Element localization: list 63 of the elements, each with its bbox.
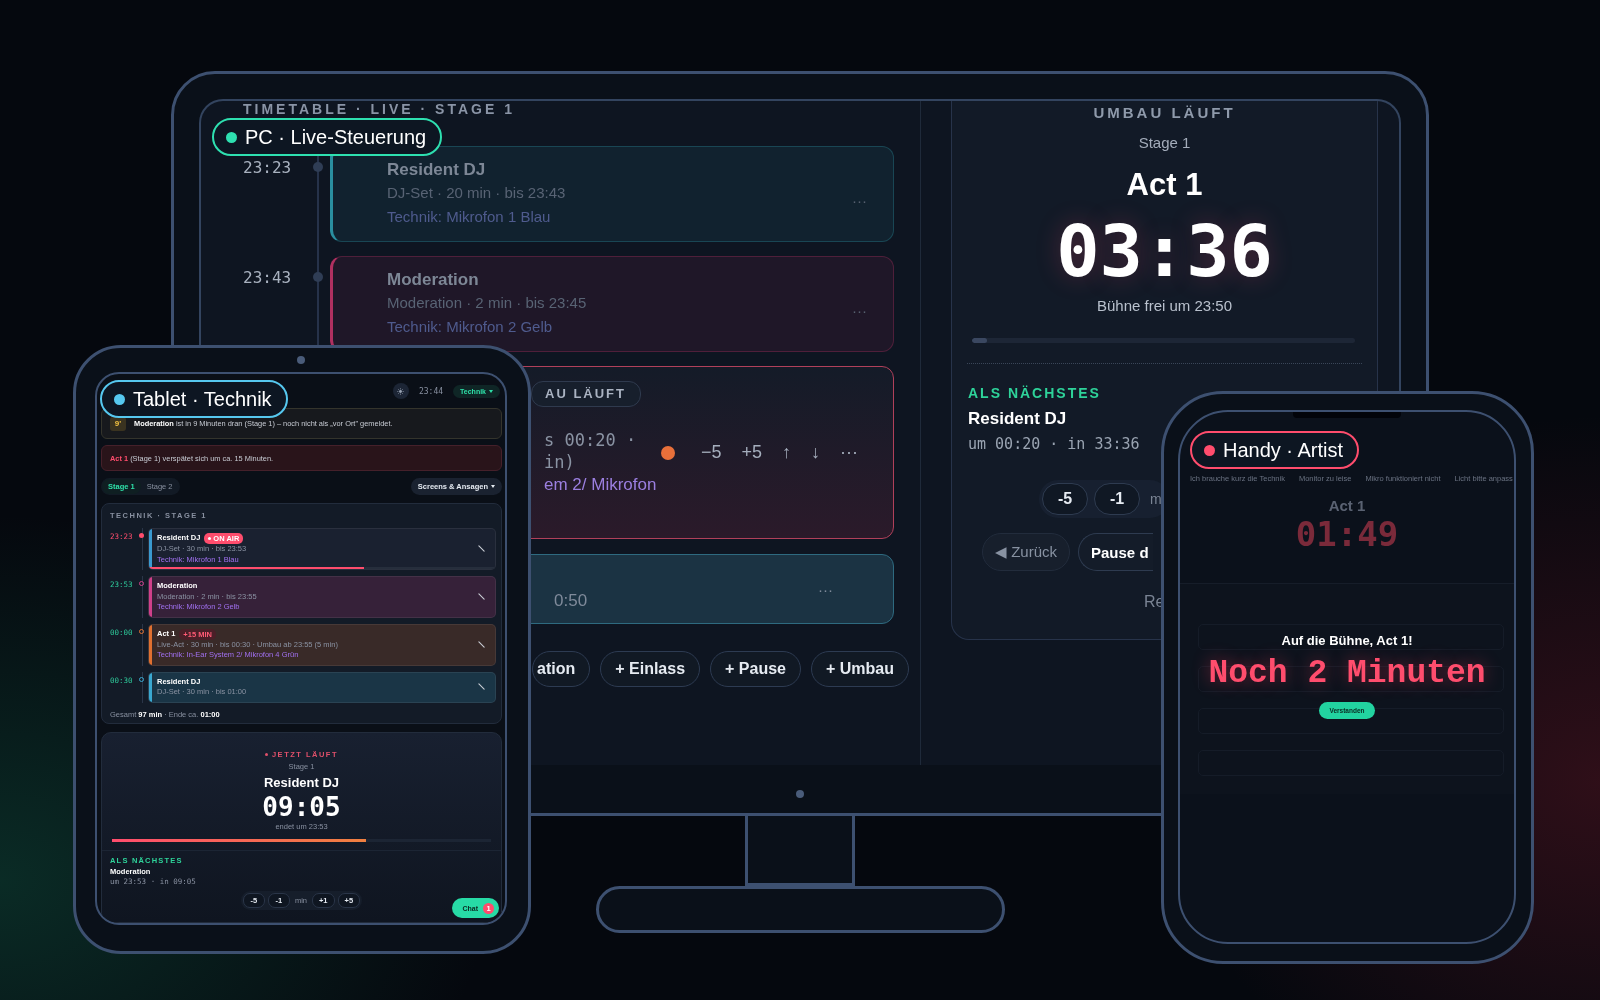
add-button[interactable]: + Pause bbox=[710, 651, 801, 687]
timeline-dot bbox=[313, 162, 323, 172]
stage-label: Stage 1 bbox=[1137, 133, 1192, 153]
act-title: Act 1 bbox=[1125, 167, 1204, 203]
act-meta: s 00:20 · bbox=[543, 429, 638, 451]
caret-icon bbox=[491, 485, 495, 488]
act-meta: Moderation · 2 min · bis 23:45 bbox=[387, 293, 587, 313]
section-title: TIMETABLE · LIVE · STAGE 1 bbox=[243, 102, 515, 116]
camera-dot bbox=[297, 356, 305, 364]
act-meta: DJ-Set · 20 min · bis 23:43 bbox=[387, 183, 566, 203]
time-label: 23:23 bbox=[243, 158, 292, 177]
control-button[interactable]: ↑ bbox=[782, 442, 792, 463]
act-title: Act 1 bbox=[1328, 497, 1366, 515]
countdown: 03:36 bbox=[1055, 211, 1274, 291]
pencil-icon[interactable] bbox=[478, 545, 485, 552]
device-name: Handy · Artist bbox=[1223, 438, 1344, 462]
control-button[interactable]: ··· bbox=[840, 442, 859, 463]
alert-message: Noch 2 Minuten bbox=[1208, 654, 1486, 694]
act-title: Moderation bbox=[387, 269, 480, 291]
pencil-icon[interactable] bbox=[478, 640, 485, 648]
pencil-icon[interactable] bbox=[478, 592, 485, 600]
countdown: 01:49 bbox=[1295, 515, 1399, 553]
clock: 23:44 bbox=[418, 386, 444, 396]
next-time: um 00:20 · in 33:36 bbox=[967, 434, 1140, 454]
action-button[interactable]: Pause d bbox=[1078, 533, 1153, 571]
act-title: Resident DJ bbox=[387, 159, 487, 181]
tech-note: Technik: Mikrofon 2 Gelb bbox=[387, 317, 554, 337]
tech-note: Technik: Mikrofon 1 Blau bbox=[387, 207, 552, 227]
alert-title: Auf die Bühne, Act 1! bbox=[1281, 632, 1413, 650]
next-label: ALS NÄCHSTES bbox=[967, 384, 1101, 402]
time-label: 23:43 bbox=[243, 268, 292, 287]
tech-note: em 2/ Mikrofon bbox=[543, 474, 658, 496]
control-button[interactable]: −5 bbox=[701, 442, 722, 463]
status-dot bbox=[661, 445, 675, 460]
step-button[interactable]: -5 bbox=[1042, 483, 1088, 515]
add-button[interactable]: + Umbau bbox=[811, 651, 909, 687]
sun-icon bbox=[397, 387, 405, 395]
add-button[interactable]: ation bbox=[532, 651, 591, 687]
timeline-dot bbox=[139, 533, 144, 538]
unit-label: m bbox=[1149, 491, 1163, 507]
countdown: 09:05 bbox=[262, 793, 341, 821]
camera-dot bbox=[796, 790, 804, 798]
control-button[interactable]: ↓ bbox=[811, 442, 821, 463]
add-button[interactable]: + Einlass bbox=[600, 651, 701, 687]
act-meta: 0:50 bbox=[554, 591, 588, 611]
status-label: UMBAU LÄUFT bbox=[1092, 103, 1237, 123]
step-button[interactable]: -1 bbox=[1094, 483, 1140, 515]
act-meta: in) bbox=[543, 451, 576, 473]
more-menu[interactable]: ··· bbox=[818, 581, 833, 623]
status-badge: AU LÄUFT bbox=[531, 381, 641, 407]
action-button[interactable]: ◀ Zurück bbox=[982, 533, 1070, 571]
next-title: Resident DJ bbox=[967, 408, 1067, 430]
countdown-subtitle: Bühne frei um 23:50 bbox=[1095, 296, 1234, 316]
act-title: Resident DJ bbox=[263, 775, 340, 791]
pencil-icon[interactable] bbox=[478, 683, 485, 690]
timeline-dot bbox=[313, 272, 323, 282]
timeline-card[interactable]: Moderation Moderation · 2 min · bis 23:45 Technik: Mikrofon 2 Gelb ··· bbox=[330, 256, 894, 352]
caret-icon bbox=[489, 389, 493, 393]
device-name: PC · Live-Steuerung bbox=[245, 125, 427, 149]
device-name: Tablet · Technik bbox=[133, 387, 272, 411]
status-dot bbox=[264, 753, 268, 756]
control-button[interactable]: +5 bbox=[741, 442, 763, 463]
theme-button[interactable] bbox=[392, 383, 409, 399]
